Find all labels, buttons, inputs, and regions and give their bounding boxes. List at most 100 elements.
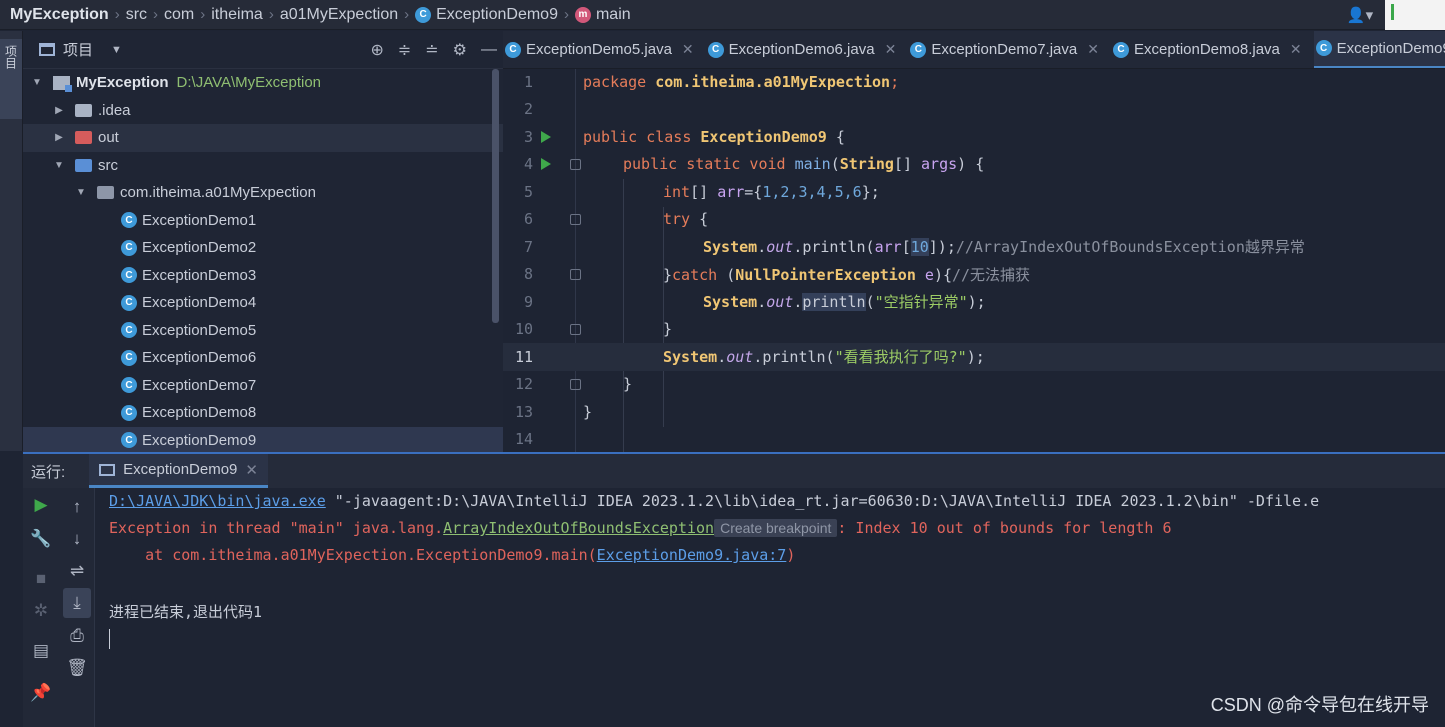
breadcrumb-method-label: main xyxy=(595,5,631,23)
run-tab-label: ExceptionDemo9 xyxy=(123,461,238,478)
code-text: int[] arr={1,2,3,4,5,6}; xyxy=(663,182,880,201)
fold-icon[interactable] xyxy=(570,158,581,170)
tab-exceptiondemo6[interactable]: C ExceptionDemo6.java ✕ xyxy=(706,31,909,68)
breadcrumb-class[interactable]: C ExceptionDemo9 xyxy=(415,6,558,24)
soft-wrap-icon[interactable]: ⇌ xyxy=(59,556,95,586)
chevron-right-icon[interactable]: ▶ xyxy=(53,105,65,116)
create-breakpoint-hint[interactable]: Create breakpoint xyxy=(714,519,838,537)
fold-icon[interactable] xyxy=(570,213,581,225)
source-location-link[interactable]: ExceptionDemo9.java:7 xyxy=(597,546,787,564)
breadcrumb-method[interactable]: m main xyxy=(574,5,631,24)
close-icon[interactable]: ✕ xyxy=(682,41,694,58)
class-c-icon: C xyxy=(121,294,137,311)
tree-label: ExceptionDemo2 xyxy=(142,239,257,257)
arrow-up-icon[interactable]: ↑ xyxy=(59,492,95,522)
chevron-down-icon[interactable]: ▼ xyxy=(75,187,87,198)
gear-icon[interactable]: ⚙ xyxy=(453,40,467,60)
tree-label: ExceptionDemo3 xyxy=(142,266,257,284)
code-line-6: 6 try { xyxy=(503,206,1445,234)
chevron-right-icon: › xyxy=(200,6,206,23)
fold-icon[interactable] xyxy=(570,323,581,335)
run-icon[interactable] xyxy=(541,130,551,143)
close-icon[interactable]: ✕ xyxy=(1087,41,1099,58)
breadcrumb-com[interactable]: com xyxy=(164,6,194,24)
breadcrumb-project[interactable]: MyException xyxy=(10,6,109,24)
tree-row-package[interactable]: ▼ com.itheima.a01MyExpection xyxy=(23,179,503,207)
tree-row-class[interactable]: C ExceptionDemo3 xyxy=(23,262,503,290)
project-panel-title[interactable]: 项目 xyxy=(63,39,93,60)
chevron-down-icon[interactable]: ▼ xyxy=(53,160,65,171)
tab-exceptiondemo8[interactable]: C ExceptionDemo8.java ✕ xyxy=(1111,31,1314,68)
run-tab-exceptiondemo9[interactable]: ExceptionDemo9 ✕ xyxy=(89,454,268,488)
tree-row-class-selected[interactable]: C ExceptionDemo9 xyxy=(23,426,503,454)
close-icon[interactable]: ✕ xyxy=(245,461,258,479)
layout-icon[interactable]: ▤ xyxy=(23,636,59,666)
folder-icon xyxy=(75,103,92,117)
expand-all-icon[interactable]: ≑ xyxy=(398,40,411,60)
tree-row-class[interactable]: C ExceptionDemo1 xyxy=(23,207,503,235)
code-line-9: 9 System.out.println("空指针异常"); xyxy=(503,288,1445,316)
code-text: try { xyxy=(663,210,709,229)
hide-icon[interactable]: — xyxy=(481,41,497,59)
scroll-to-end-icon[interactable]: ⤓ xyxy=(63,588,91,618)
breadcrumb-src[interactable]: src xyxy=(126,6,147,24)
class-c-icon: C xyxy=(121,404,137,421)
tree-row-idea[interactable]: ▶ .idea xyxy=(23,97,503,125)
code-line-4: 4 public static void main(String[] args)… xyxy=(503,151,1445,179)
chevron-down-icon[interactable]: ▼ xyxy=(31,77,43,88)
fold-icon[interactable] xyxy=(570,268,581,280)
line-number: 5 xyxy=(523,182,533,201)
run-icon[interactable] xyxy=(541,158,551,171)
trash-icon[interactable]: 🗑 xyxy=(59,653,95,683)
editor-tabs: C ExceptionDemo5.java ✕ C ExceptionDemo6.ja… xyxy=(503,31,1445,69)
tree-row-class[interactable]: C ExceptionDemo4 xyxy=(23,289,503,317)
rerun-icon[interactable]: ▶ xyxy=(23,490,59,520)
project-scrollbar[interactable] xyxy=(492,69,499,323)
project-tool-tab[interactable]: 项目 xyxy=(0,39,22,119)
close-icon[interactable]: ✕ xyxy=(1290,41,1302,58)
toolbar-right: 👤▾ xyxy=(1345,0,1445,30)
user-icon[interactable]: 👤▾ xyxy=(1345,0,1375,30)
tab-exceptiondemo9[interactable]: CExceptionDemo9.java xyxy=(1313,31,1445,68)
locate-icon[interactable]: ⊕ xyxy=(370,40,383,60)
tab-exceptiondemo7[interactable]: C ExceptionDemo7.java ✕ xyxy=(908,31,1111,68)
print-icon[interactable]: ⎙ xyxy=(59,621,95,651)
watermark: CSDN @命令导包在线开导 xyxy=(1210,695,1429,715)
breadcrumb-package[interactable]: a01MyExpection xyxy=(280,6,398,24)
line-number: 8 xyxy=(523,265,533,284)
code-line-12: 12 } xyxy=(503,371,1445,399)
tree-row-class[interactable]: C ExceptionDemo2 xyxy=(23,234,503,262)
exception-class-link[interactable]: ArrayIndexOutOfBoundsException xyxy=(443,519,714,537)
breadcrumb-class-label: ExceptionDemo9 xyxy=(436,5,558,23)
fold-icon[interactable] xyxy=(570,378,581,390)
chevron-right-icon[interactable]: ▶ xyxy=(53,132,65,143)
close-icon[interactable]: ✕ xyxy=(885,41,897,58)
arrow-down-icon[interactable]: ↓ xyxy=(59,524,95,554)
package-icon xyxy=(97,186,114,200)
tab-label: ExceptionDemo7.java xyxy=(931,41,1078,58)
tab-exceptiondemo5[interactable]: C ExceptionDemo5.java ✕ xyxy=(503,31,706,68)
tree-row-src[interactable]: ▼ src xyxy=(23,152,503,180)
stop-icon[interactable]: ■ xyxy=(23,564,59,594)
collapse-all-icon[interactable]: ≐ xyxy=(425,40,438,60)
line-number: 2 xyxy=(523,100,533,119)
debug-bug-icon[interactable]: ✲ xyxy=(23,596,59,626)
tree-root-name: MyException xyxy=(76,74,169,92)
tree-row-out[interactable]: ▶ out xyxy=(23,124,503,152)
tree-row-class[interactable]: C ExceptionDemo6 xyxy=(23,344,503,372)
chevron-down-icon[interactable]: ▼ xyxy=(111,44,122,56)
line-number: 14 xyxy=(514,430,533,449)
breadcrumb-itheima[interactable]: itheima xyxy=(211,6,263,24)
tab-label: ExceptionDemo9.java xyxy=(1336,39,1445,57)
tree-row-class[interactable]: C ExceptionDemo7 xyxy=(23,372,503,400)
tree-row-class[interactable]: C ExceptionDemo5 xyxy=(23,317,503,345)
wrench-icon[interactable]: 🔧 xyxy=(23,524,59,554)
code-editor[interactable]: 1 package com.itheima.a01MyExpection; 2 … xyxy=(503,69,1445,454)
java-exe-link[interactable]: D:\JAVA\JDK\bin\java.exe xyxy=(109,492,326,510)
class-c-icon: C xyxy=(121,349,137,366)
tree-row-class[interactable]: C ExceptionDemo8 xyxy=(23,399,503,427)
class-c-icon: C xyxy=(121,267,137,284)
pin-icon[interactable]: 📌 xyxy=(23,678,59,708)
run-config-box[interactable] xyxy=(1385,0,1445,30)
tree-row-root[interactable]: ▼ MyException D:\JAVA\MyException xyxy=(23,69,503,97)
